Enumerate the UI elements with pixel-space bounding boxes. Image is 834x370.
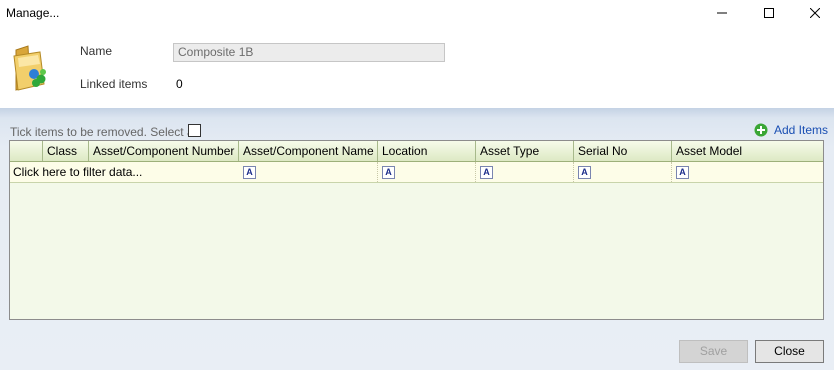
grid-panel: Tick items to be removed. Select all Add… xyxy=(0,108,834,370)
linked-items-label: Linked items xyxy=(80,77,148,91)
folder-composite-icon xyxy=(13,45,46,91)
filter-row[interactable]: Click here to filter data... A A A A A xyxy=(10,162,823,183)
filter-operator-icon[interactable]: A xyxy=(480,166,493,179)
column-header-asset-model[interactable]: Asset Model xyxy=(672,141,823,161)
maximize-button[interactable] xyxy=(749,0,789,26)
grid-header: Class Asset/Component Number Asset/Compo… xyxy=(10,141,823,162)
minimize-icon xyxy=(717,12,727,14)
filter-operator-icon[interactable]: A xyxy=(578,166,591,179)
name-field[interactable]: Composite 1B xyxy=(173,43,445,62)
column-header-asset-type[interactable]: Asset Type xyxy=(476,141,574,161)
title-bar: Manage... xyxy=(0,0,834,26)
column-header-asset-name[interactable]: Asset/Component Name xyxy=(239,141,378,161)
close-icon xyxy=(810,8,820,18)
filter-placeholder[interactable]: Click here to filter data... xyxy=(13,165,142,179)
header-panel: Name Composite 1B Linked items 0 xyxy=(0,26,834,108)
filter-cell-location[interactable]: A xyxy=(378,162,476,182)
filter-cell-asset-type[interactable]: A xyxy=(476,162,574,182)
window-title: Manage... xyxy=(6,6,60,20)
filter-operator-icon[interactable]: A xyxy=(676,166,689,179)
column-header-serial-no[interactable]: Serial No xyxy=(574,141,672,161)
filter-operator-icon[interactable]: A xyxy=(382,166,395,179)
add-circle-icon xyxy=(754,123,768,137)
filter-cell-asset-name[interactable]: A xyxy=(239,162,378,182)
close-button[interactable]: Close xyxy=(755,340,824,363)
add-items-button[interactable]: Add Items xyxy=(754,123,828,137)
filter-cell-serial-no[interactable]: A xyxy=(574,162,672,182)
filter-cell-asset-model[interactable]: A xyxy=(672,162,823,182)
linked-items-count: 0 xyxy=(176,77,183,91)
column-header-asset-number[interactable]: Asset/Component Number xyxy=(89,141,239,161)
name-label: Name xyxy=(80,44,113,58)
column-header-location[interactable]: Location xyxy=(378,141,476,161)
save-button[interactable]: Save xyxy=(679,340,748,363)
column-header-class[interactable]: Class xyxy=(43,141,89,161)
tick-instructions: Tick items to be removed. Select all xyxy=(10,125,199,139)
add-items-label: Add Items xyxy=(774,123,829,137)
filter-operator-icon[interactable]: A xyxy=(243,166,256,179)
linked-items-grid: Class Asset/Component Number Asset/Compo… xyxy=(9,140,824,320)
select-all-checkbox[interactable] xyxy=(188,124,201,137)
column-header-select[interactable] xyxy=(10,141,43,161)
minimize-button[interactable] xyxy=(702,0,742,26)
maximize-icon xyxy=(764,8,774,18)
close-window-button[interactable] xyxy=(795,0,834,26)
